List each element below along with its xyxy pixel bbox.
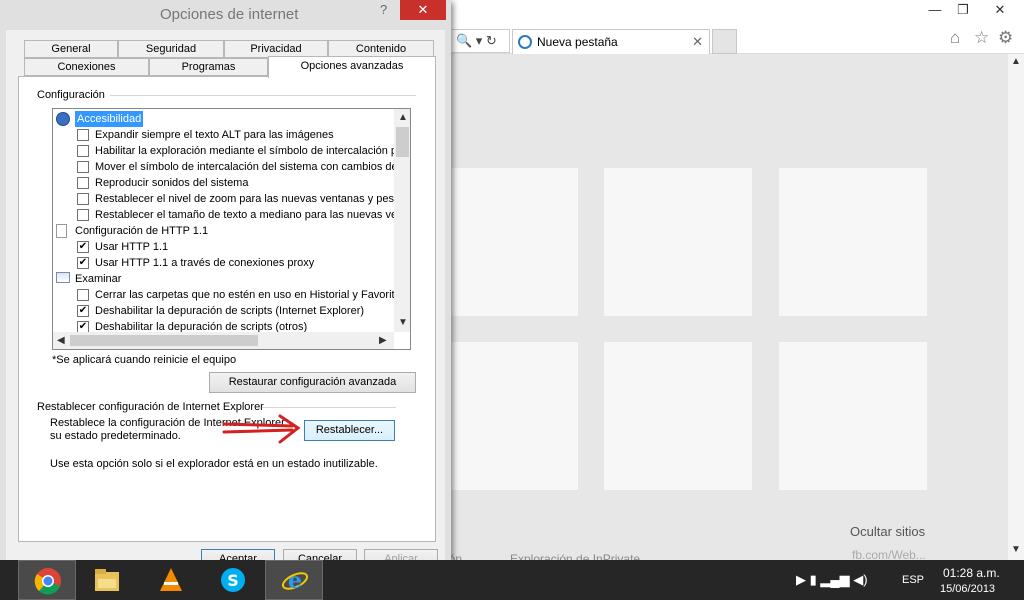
clock-date[interactable]: 15/06/2013 (940, 583, 995, 595)
scroll-right-icon[interactable]: ▶ (379, 335, 387, 346)
site-tile[interactable] (779, 342, 927, 490)
settings-label: Deshabilitar la depuración de scripts (I… (95, 305, 365, 317)
checkbox[interactable] (77, 289, 89, 301)
internet-explorer-icon (518, 35, 532, 49)
checkbox[interactable] (77, 145, 89, 157)
settings-label: Examinar (75, 273, 122, 285)
reset-note: Use esta opción solo si el explorador es… (50, 458, 378, 470)
settings-label: Habilitar la exploración mediante el sím… (95, 145, 407, 157)
language-indicator[interactable]: ESP (902, 574, 924, 586)
settings-vertical-scrollbar[interactable]: ▲ ▼ (394, 109, 410, 332)
settings-label: Expandir siempre el texto ALT para las i… (95, 129, 334, 141)
taskbar-chrome[interactable] (18, 560, 76, 600)
checkbox[interactable] (77, 193, 89, 205)
settings-horizontal-scrollbar[interactable]: ◀ ▶ (53, 332, 394, 349)
reset-description: su estado predeterminado. (50, 430, 181, 442)
site-tile[interactable] (430, 168, 578, 316)
clock-time[interactable]: 01:28 a.m. (943, 566, 1000, 580)
tab-programs[interactable]: Programas (149, 58, 268, 76)
scroll-up-icon[interactable]: ▲ (1011, 56, 1021, 67)
vlc-icon (160, 568, 182, 591)
dialog-close-button[interactable]: ✕ (400, 0, 446, 20)
tab-general[interactable]: General (24, 40, 118, 58)
settings-label: Restablecer el tamaño de texto a mediano… (95, 209, 401, 221)
settings-label: Configuración de HTTP 1.1 (75, 225, 209, 237)
tab-security[interactable]: Seguridad (118, 40, 224, 58)
address-tools[interactable]: 🔍 ▾ ↻ (452, 29, 510, 53)
star-icon[interactable]: ☆ (974, 28, 989, 48)
browse-icon (56, 272, 70, 283)
tab-connections[interactable]: Conexiones (24, 58, 149, 76)
svg-text:S: S (227, 571, 239, 590)
skype-icon: S (221, 568, 245, 592)
home-icon[interactable]: ⌂ (950, 28, 960, 48)
divider (262, 407, 396, 408)
site-tile[interactable] (779, 168, 927, 316)
close-button[interactable]: ✕ (978, 0, 1022, 20)
taskbar: S e (0, 560, 1024, 600)
scroll-left-icon[interactable]: ◀ (57, 335, 65, 346)
file-explorer-icon (95, 569, 119, 591)
tab-title: Nueva pestaña (537, 35, 618, 49)
help-button[interactable]: ? (380, 2, 387, 17)
restore-advanced-button[interactable]: Restaurar configuración avanzada (209, 372, 416, 393)
tab-new[interactable]: Nueva pestaña ✕ (512, 29, 710, 54)
checkbox[interactable]: ✔ (77, 257, 89, 269)
settings-label: Reproducir sonidos del sistema (95, 177, 249, 189)
new-tab-button[interactable] (712, 29, 737, 54)
taskbar-vlc[interactable] (142, 560, 200, 600)
scroll-up-icon[interactable]: ▲ (398, 112, 408, 123)
system-tray-icons[interactable]: ▶ ▮ ▂▄▆ ◀) (796, 572, 868, 588)
maximize-button[interactable]: ❐ (946, 0, 980, 20)
settings-label: Usar HTTP 1.1 a través de conexiones pro… (95, 257, 315, 269)
site-tile[interactable] (604, 342, 752, 490)
taskbar-internet-explorer[interactable]: e (265, 560, 323, 600)
svg-text:e: e (288, 568, 302, 594)
taskbar-file-explorer[interactable] (78, 560, 136, 600)
scroll-thumb[interactable] (70, 335, 258, 346)
page-scrollbar[interactable]: ▲ ▼ (1008, 54, 1024, 560)
chrome-icon (34, 568, 61, 595)
arrow-annotation (222, 414, 301, 444)
gear-icon[interactable]: ⚙ (998, 28, 1013, 48)
settings-label: Cerrar las carpetas que no estén en uso … (95, 289, 401, 301)
settings-label: Configuración (37, 89, 105, 101)
checkbox[interactable] (77, 129, 89, 141)
site-tile[interactable] (604, 168, 752, 316)
checkbox[interactable] (77, 209, 89, 221)
internet-explorer-icon: e (281, 568, 309, 594)
settings-label: Usar HTTP 1.1 (95, 241, 169, 253)
taskbar-skype[interactable]: S (204, 560, 262, 600)
settings-label: Restablecer el nivel de zoom para las nu… (95, 193, 404, 205)
dialog-title: Opciones de internet (160, 6, 299, 23)
scroll-down-icon[interactable]: ▼ (398, 317, 408, 328)
settings-label: Mover el símbolo de intercalación del si… (95, 161, 410, 173)
checkbox[interactable] (77, 177, 89, 189)
document-icon (56, 224, 67, 238)
scroll-down-icon[interactable]: ▼ (1011, 544, 1021, 555)
reset-button[interactable]: Restablecer... (304, 420, 395, 441)
checkbox[interactable]: ✔ (77, 305, 89, 317)
tab-advanced[interactable]: Opciones avanzadas (268, 56, 436, 78)
checkbox[interactable]: ✔ (77, 241, 89, 253)
checkbox[interactable] (77, 161, 89, 173)
settings-tree[interactable]: Accesibilidad Expandir siempre el texto A… (52, 108, 411, 350)
accessibility-icon (56, 112, 70, 126)
site-tile[interactable] (430, 342, 578, 490)
divider (110, 95, 416, 96)
scroll-thumb[interactable] (396, 127, 409, 157)
restart-note: *Se aplicará cuando reinicie el equipo (52, 354, 237, 366)
settings-label: Accesibilidad (75, 111, 144, 127)
hide-sites-link[interactable]: Ocultar sitios (850, 524, 925, 539)
tab-close-icon[interactable]: ✕ (692, 30, 703, 54)
